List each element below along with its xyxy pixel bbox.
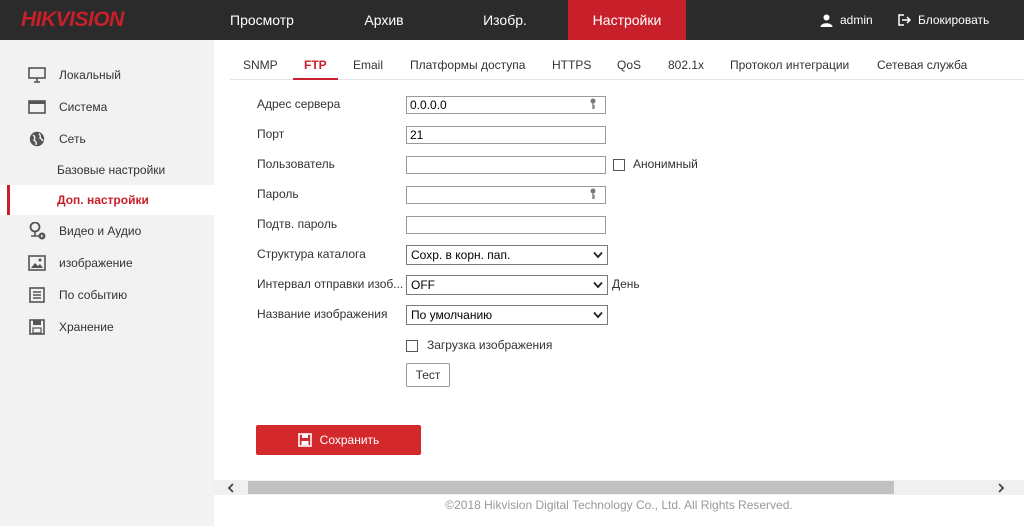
sidebar-item-image[interactable]: изображение [0,248,214,278]
sidebar-item-label: Доп. настройки [57,193,149,207]
logout-label: Блокировать [918,13,990,27]
nav-configuration[interactable]: Настройки [568,0,686,40]
tab-integration-protocol[interactable]: Протокол интеграции [730,50,849,80]
nav-picture[interactable]: Изобр. [450,0,560,40]
save-button-label: Сохранить [319,433,380,447]
monitor-icon [28,67,46,83]
sidebar-item-event[interactable]: По событию [0,280,214,310]
directory-structure-label: Структура каталога [257,247,366,261]
image-name-select[interactable]: По умолчанию [406,305,608,325]
confirm-password-label: Подтв. пароль [257,217,338,231]
password-input[interactable] [406,186,606,204]
sidebar-item-system[interactable]: Система [0,92,214,122]
test-button[interactable]: Тест [406,363,450,387]
top-navigation-bar: HIKVISION Просмотр Архив Изобр. Настройк… [0,0,1024,40]
anonymous-checkbox[interactable] [613,159,625,171]
image-name-label: Название изображения [257,307,388,321]
user-input[interactable] [406,156,606,174]
sidebar-item-advanced-settings[interactable]: Доп. настройки [0,185,214,215]
event-list-icon [29,287,45,303]
scrollbar-thumb[interactable] [248,481,894,494]
sidebar-item-local[interactable]: Локальный [0,60,214,90]
server-address-input[interactable] [406,96,606,114]
chevron-down-icon [593,281,603,289]
save-button[interactable]: Сохранить [256,425,421,455]
tab-ftp[interactable]: FTP [293,50,338,80]
directory-structure-value: Сохр. в корн. пап. [411,248,511,262]
tab-email[interactable]: Email [353,50,383,80]
sidebar-item-label: Система [59,100,108,114]
user-menu[interactable]: admin [820,0,873,40]
sidebar-item-storage[interactable]: Хранение [0,312,214,342]
port-input[interactable] [406,126,606,144]
upload-interval-select[interactable]: OFF [406,275,608,295]
upload-interval-unit: День [612,277,640,291]
confirm-password-input[interactable] [406,216,606,234]
chevron-down-icon [593,311,603,319]
image-icon [28,255,46,271]
horizontal-scrollbar[interactable] [214,480,1024,495]
server-address-label: Адрес сервера [257,97,341,111]
port-label: Порт [257,127,285,141]
window-icon [28,100,46,114]
logout-icon [898,14,911,26]
tab-https[interactable]: HTTPS [552,50,591,80]
sidebar-item-label: Сеть [59,132,86,146]
tab-network-service[interactable]: Сетевая служба [877,50,967,80]
sidebar: Локальный Система Сеть Базовые настройки… [0,40,214,526]
sidebar-item-label: Локальный [59,68,121,82]
user-icon [820,14,833,27]
copyright-footer: ©2018 Hikvision Digital Technology Co., … [445,498,793,512]
image-name-value: По умолчанию [411,308,493,322]
password-label: Пароль [257,187,299,201]
logout-button[interactable]: Блокировать [898,0,989,40]
sidebar-item-basic-settings[interactable]: Базовые настройки [0,155,214,185]
sidebar-item-network[interactable]: Сеть [0,124,214,154]
tab-platform-access[interactable]: Платформы доступа [410,50,525,80]
sidebar-item-label: Видео и Аудио [59,224,142,238]
sidebar-item-video-audio[interactable]: Видео и Аудио [0,216,214,246]
sidebar-item-label: изображение [59,256,133,270]
tab-qos[interactable]: QoS [617,50,641,80]
key-icon [590,98,596,109]
nav-playback[interactable]: Архив [330,0,438,40]
tab-8021x[interactable]: 802.1x [668,50,704,80]
chevron-down-icon [593,251,603,259]
upload-interval-label: Интервал отправки изоб... [257,277,404,291]
sidebar-item-label: Хранение [59,320,114,334]
globe-icon [29,131,45,147]
upload-interval-value: OFF [411,278,435,292]
storage-icon [29,319,45,335]
scroll-left-button[interactable] [214,480,248,495]
settings-tabs: SNMP FTP Email Платформы доступа HTTPS Q… [230,50,1024,80]
hikvision-logo: HIKVISION [21,8,124,31]
nav-live-view[interactable]: Просмотр [214,0,310,40]
tab-snmp[interactable]: SNMP [243,50,278,80]
sidebar-item-label: Базовые настройки [57,163,166,177]
save-icon [297,433,312,447]
user-label: Пользователь [257,157,335,171]
chevron-left-icon [227,482,234,493]
key-icon [590,188,596,199]
sidebar-item-label: По событию [59,288,128,302]
anonymous-label: Анонимный [633,157,698,171]
chevron-right-icon [998,482,1005,493]
scroll-right-button[interactable] [984,480,1018,495]
username-label: admin [840,13,873,27]
mic-camera-icon [29,222,46,240]
directory-structure-select[interactable]: Сохр. в корн. пап. [406,245,608,265]
upload-image-label: Загрузка изображения [427,338,553,352]
upload-image-checkbox[interactable] [406,340,418,352]
